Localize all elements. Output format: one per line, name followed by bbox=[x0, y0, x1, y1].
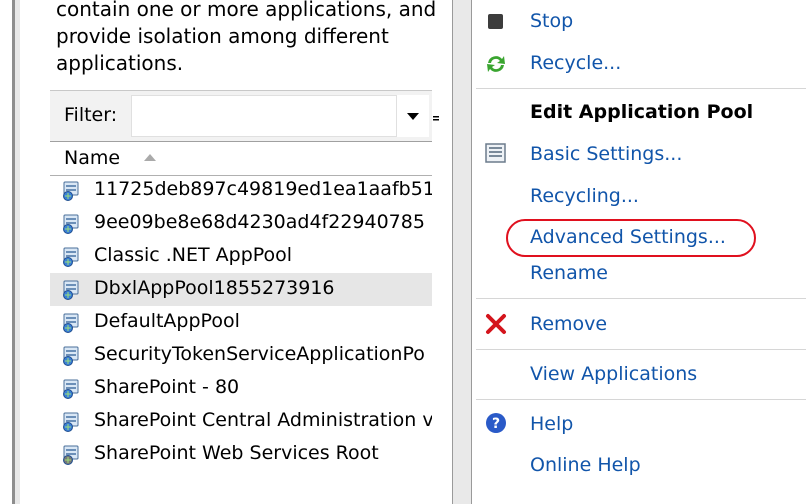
app-pool-name: Classic .NET AppPool bbox=[94, 244, 293, 266]
view-applications-action[interactable]: View Applications bbox=[530, 363, 697, 385]
table-row[interactable]: SharePoint Central Administration v bbox=[50, 405, 432, 438]
column-header-label: Name bbox=[64, 147, 121, 169]
filter-input[interactable] bbox=[131, 95, 397, 137]
edit-application-pool-heading: Edit Application Pool bbox=[530, 101, 754, 123]
actions-pane: Stop Recycle... Edit Application Pool Ba… bbox=[472, 0, 810, 504]
pane-splitter[interactable] bbox=[452, 0, 472, 504]
svg-text:?: ? bbox=[492, 416, 500, 432]
app-pool-icon bbox=[63, 247, 79, 267]
stop-icon bbox=[488, 14, 503, 29]
panel-border-inner bbox=[15, 0, 20, 504]
filter-dropdown-button[interactable] bbox=[397, 95, 429, 137]
description-line-3: applications. bbox=[56, 51, 184, 75]
description-text: contain one or more applications, and pr… bbox=[56, 0, 436, 77]
app-pool-icon bbox=[63, 181, 79, 201]
separator bbox=[476, 88, 806, 89]
table-row[interactable]: Classic .NET AppPool bbox=[50, 240, 432, 273]
remove-action[interactable]: Remove bbox=[530, 313, 607, 335]
basic-settings-icon bbox=[485, 143, 506, 163]
table-row[interactable]: SecurityTokenServiceApplicationPo bbox=[50, 339, 432, 372]
app-pool-name: 9ee09be8e68d4230ad4f22940785 bbox=[94, 211, 425, 233]
app-pool-name: DbxlAppPool1855273916 bbox=[94, 277, 335, 299]
app-pool-stopped-icon bbox=[63, 445, 79, 465]
advanced-settings-action[interactable]: Advanced Settings... bbox=[530, 226, 726, 248]
table-row[interactable]: DbxlAppPool1855273916 bbox=[50, 273, 432, 306]
column-header-name[interactable]: Name bbox=[50, 141, 432, 176]
app-pool-icon bbox=[63, 346, 79, 366]
app-pool-icon bbox=[63, 412, 79, 432]
filter-bar: Filter: bbox=[50, 90, 439, 141]
app-pool-name: SecurityTokenServiceApplicationPo bbox=[94, 343, 425, 365]
app-pool-name: SharePoint Central Administration v bbox=[94, 409, 432, 431]
filter-label: Filter: bbox=[64, 104, 118, 126]
chevron-down-icon bbox=[407, 113, 419, 120]
basic-settings-action[interactable]: Basic Settings... bbox=[530, 143, 682, 165]
online-help-action[interactable]: Online Help bbox=[530, 454, 641, 476]
table-row[interactable]: 11725deb897c49819ed1ea1aafb51 bbox=[50, 174, 432, 207]
app-pool-list: 11725deb897c49819ed1ea1aafb51 9ee09be8e68… bbox=[50, 174, 432, 504]
description-line-1: contain one or more applications, and bbox=[56, 0, 437, 21]
app-pool-icon bbox=[63, 313, 79, 333]
stop-action[interactable]: Stop bbox=[530, 10, 573, 32]
recycling-action[interactable]: Recycling... bbox=[530, 185, 639, 207]
app-pool-icon bbox=[63, 280, 79, 300]
table-row[interactable]: SharePoint - 80 bbox=[50, 372, 432, 405]
table-row[interactable]: 9ee09be8e68d4230ad4f22940785 bbox=[50, 207, 432, 240]
rename-action[interactable]: Rename bbox=[530, 262, 608, 284]
app-pool-icon bbox=[63, 214, 79, 234]
separator bbox=[476, 399, 806, 400]
description-line-2: provide isolation among different bbox=[56, 24, 389, 48]
app-pool-icon bbox=[63, 379, 79, 399]
app-pool-name: 11725deb897c49819ed1ea1aafb51 bbox=[94, 178, 432, 200]
help-action[interactable]: Help bbox=[530, 413, 573, 435]
app-pool-name: DefaultAppPool bbox=[94, 310, 240, 332]
table-row[interactable]: SharePoint Web Services Root bbox=[50, 438, 432, 471]
help-icon: ? bbox=[486, 413, 506, 433]
remove-icon bbox=[486, 314, 506, 334]
recycle-action[interactable]: Recycle... bbox=[530, 52, 621, 74]
toolbar-overflow-icon[interactable] bbox=[432, 109, 440, 123]
recycle-icon bbox=[487, 56, 505, 72]
app-pool-name: SharePoint Web Services Root bbox=[94, 442, 379, 464]
separator bbox=[476, 349, 806, 350]
application-pools-panel: contain one or more applications, and pr… bbox=[0, 0, 452, 504]
separator bbox=[476, 298, 806, 299]
app-pool-name: SharePoint - 80 bbox=[94, 376, 240, 398]
sort-ascending-icon bbox=[144, 154, 156, 161]
table-row[interactable]: DefaultAppPool bbox=[50, 306, 432, 339]
